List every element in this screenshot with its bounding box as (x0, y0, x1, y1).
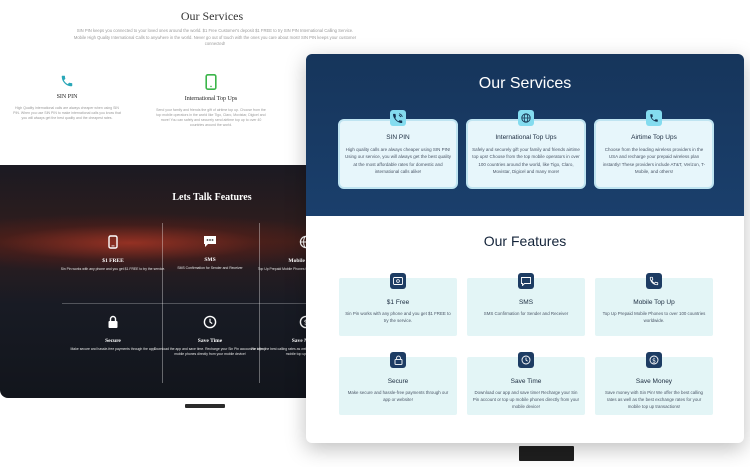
front-services-section: Our Services SIN PIN High quality calls … (306, 54, 744, 216)
feature-card-save-money: $ Save Money Save money with Sin Pin! We… (595, 352, 713, 415)
svg-text:$: $ (652, 357, 656, 364)
service-card-title: Airtime Top Ups (631, 134, 677, 141)
mobile-icon (205, 74, 217, 90)
dollar-icon: $ (646, 352, 662, 368)
service-card-desc: Choose from the leading wireless provide… (602, 147, 706, 175)
feature-card-desc: Save money with Sin Pin! We offer the be… (605, 390, 703, 410)
globe-icon (518, 110, 534, 126)
service-card-title: International Top Ups (495, 134, 557, 141)
service-card-desc: High quality calls are always cheaper us… (344, 147, 452, 175)
decorative-bar (519, 446, 574, 461)
front-screenshot-panel: Our Services SIN PIN High quality calls … (306, 54, 744, 443)
front-services-title: Our Services (478, 75, 572, 92)
back-service-desc: High Quality international calls are alw… (13, 106, 121, 120)
wifi-phone-icon (390, 110, 406, 126)
clock-icon (518, 352, 534, 368)
lock-icon (390, 352, 406, 368)
feature-card-title: $1 Free (386, 299, 410, 306)
feature-card-title: Save Time (510, 378, 542, 385)
phone-icon (646, 273, 662, 289)
back-services-intro: SIN PIN keeps you connected to your love… (73, 28, 357, 46)
back-service-international-top-ups: International Top Ups Send your family a… (156, 74, 266, 128)
feature-card-title: SMS (518, 299, 534, 306)
feature-card-sms: SMS SMS Confirmation for Sender and Rece… (467, 273, 585, 336)
service-card-title: SIN PIN (386, 134, 410, 141)
feature-card-desc: Sin Pin works with any phone and you get… (345, 311, 451, 324)
feature-card-save-time: Save Time Download our app and save time… (467, 352, 585, 415)
feature-card-title: Save Money (635, 378, 673, 385)
front-features-title: Our Features (483, 233, 567, 249)
lock-icon (108, 315, 118, 328)
feature-card-title: Secure (387, 378, 409, 385)
feature-card-secure: Secure Make secure and hassle-free payme… (339, 352, 457, 415)
service-card-airtime-top-ups: Airtime Top Ups Choose from the leading … (594, 110, 714, 189)
back-service-desc: Send your family and friends the gift of… (156, 108, 266, 127)
service-card-international-top-ups: International Top Ups Safely and securel… (466, 110, 586, 189)
back-service-sin-pin: SIN PIN High Quality international calls… (12, 74, 122, 121)
back-service-title: International Top Ups (184, 96, 238, 102)
phone-icon (61, 75, 73, 87)
phone-device-icon (108, 235, 118, 249)
decorative-bar (185, 404, 225, 408)
feature-card-desc: Top Up Prepaid Mobile Phones to over 100… (602, 311, 706, 324)
phone-icon (646, 110, 662, 126)
feature-card-title: Mobile Top Up (633, 299, 675, 306)
service-card-sin-pin: SIN PIN High quality calls are always ch… (338, 110, 458, 189)
back-services-title: Our Services (180, 9, 244, 23)
feature-card-1-free: $1 Free Sin Pin works with any phone and… (339, 273, 457, 336)
service-card-desc: Safely and securely gift your family and… (472, 147, 580, 175)
clock-icon (203, 315, 217, 329)
feature-card-mobile-top-up: Mobile Top Up Top Up Prepaid Mobile Phon… (595, 273, 713, 336)
sms-icon (204, 236, 216, 247)
back-service-title: SIN PIN (56, 94, 78, 100)
feature-card-desc: Download our app and save time! Recharge… (472, 390, 580, 410)
chat-icon (518, 273, 534, 289)
money-card-icon (390, 273, 406, 289)
feature-card-desc: SMS Confirmation for Sender and Receiver (483, 311, 569, 316)
feature-card-desc: Make secure and hassle-free payments thr… (347, 390, 449, 403)
